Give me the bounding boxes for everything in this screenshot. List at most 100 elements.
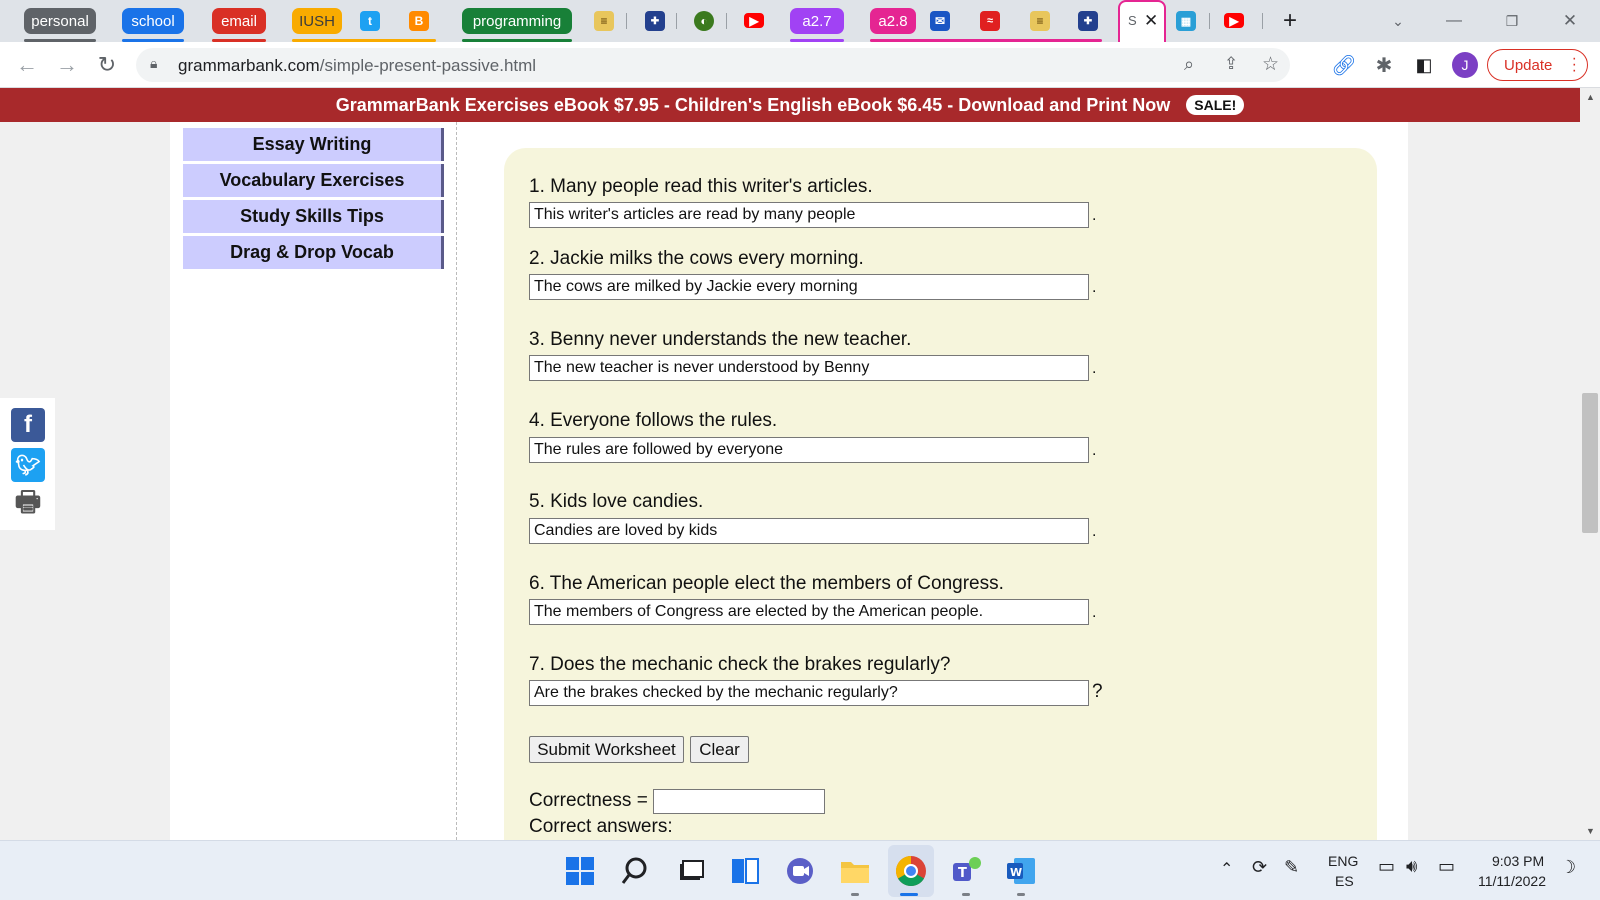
scroll-down-icon[interactable]: ▼ xyxy=(1586,826,1595,836)
facebook-icon[interactable]: f xyxy=(11,408,45,442)
correctness-field[interactable] xyxy=(653,789,825,814)
answer-punctuation: . xyxy=(1092,360,1097,377)
sidebar-item-vocabulary-exercises[interactable]: Vocabulary Exercises xyxy=(183,164,444,197)
clear-label: Clear xyxy=(699,739,740,759)
battery-icon[interactable]: ▭ xyxy=(1438,856,1455,877)
tab-separator xyxy=(1209,13,1210,29)
chrome-icon[interactable] xyxy=(893,853,929,889)
correct-answers-label: Correct answers: xyxy=(529,816,673,837)
chat-icon[interactable] xyxy=(782,853,818,889)
share-icon[interactable]: ⇪ xyxy=(1224,54,1238,74)
sidebar-item-study-skills-tips[interactable]: Study Skills Tips xyxy=(183,200,444,233)
notes-tab-icon[interactable]: ≡ xyxy=(1030,11,1050,31)
grid-tab-icon[interactable]: ▦ xyxy=(1176,11,1196,31)
tab-group-school[interactable]: school xyxy=(122,8,184,34)
ball-tab-icon[interactable]: ◐ xyxy=(694,11,714,31)
column-divider xyxy=(456,122,457,840)
submit-worksheet-button[interactable]: Submit Worksheet xyxy=(529,736,684,763)
tab-group-email[interactable]: email xyxy=(212,8,266,34)
uk-flag-tab-icon[interactable]: ✚ xyxy=(1078,11,1098,31)
tab-search-icon[interactable]: ⌄ xyxy=(1384,8,1412,34)
widgets-icon[interactable] xyxy=(727,853,763,889)
worksheet-panel: 1. Many people read this writer's articl… xyxy=(504,148,1377,840)
scroll-up-icon[interactable]: ▲ xyxy=(1586,92,1595,102)
sidebar-item-essay-writing[interactable]: Essay Writing xyxy=(183,128,444,161)
search-icon[interactable] xyxy=(617,853,653,889)
pen-icon[interactable]: ✎ xyxy=(1284,857,1299,878)
menu-dots-icon[interactable]: · · · xyxy=(1572,51,1577,79)
sync-icon[interactable]: ⟳ xyxy=(1252,857,1267,878)
tab-group-programming[interactable]: programming xyxy=(462,8,572,34)
browser-toolbar: ← → ↻ 🔒︎ grammarbank.com/simple-present-… xyxy=(0,42,1600,88)
notes-tab-icon[interactable]: ≡ xyxy=(594,11,614,31)
question-prompt: 7. Does the mechanic check the brakes re… xyxy=(529,654,951,675)
restore-icon[interactable]: ❐ xyxy=(1498,8,1526,34)
side-panel-icon[interactable]: ◧ xyxy=(1410,51,1438,79)
bookmark-star-icon[interactable]: ☆ xyxy=(1262,53,1279,76)
uk-flag-tab-icon[interactable]: ✚ xyxy=(645,11,665,31)
tab-group-iush[interactable]: IUSH xyxy=(292,8,342,34)
extensions-puzzle-icon[interactable]: ✱ xyxy=(1370,51,1398,79)
clock-date[interactable]: 11/11/2022 xyxy=(1478,873,1546,889)
url-domain: grammarbank.com xyxy=(178,56,320,75)
clock-time[interactable]: 9:03 PM xyxy=(1492,853,1544,869)
submit-label: Submit Worksheet xyxy=(537,739,676,759)
running-indicator xyxy=(851,893,859,896)
update-button[interactable]: Update · · · xyxy=(1487,49,1588,81)
answer-input[interactable] xyxy=(529,437,1089,463)
twitter-tab-icon[interactable]: t xyxy=(360,11,380,31)
twitter-icon[interactable]: 🐦︎ xyxy=(11,448,45,482)
tab-group-a28[interactable]: a2.8 xyxy=(870,8,916,34)
answer-punctuation: ? xyxy=(1092,681,1103,702)
promo-banner[interactable]: GrammarBank Exercises eBook $7.95 - Chil… xyxy=(0,88,1580,122)
close-tab-icon[interactable]: ✕ xyxy=(1144,11,1158,31)
youtube-tab-icon[interactable]: ▶ xyxy=(1224,13,1244,28)
answer-input[interactable] xyxy=(529,680,1089,706)
tab-group-personal[interactable]: personal xyxy=(24,8,96,34)
task-view-icon[interactable] xyxy=(672,853,708,889)
sidebar-item-drag-drop-vocab[interactable]: Drag & Drop Vocab xyxy=(183,236,444,269)
blogger-tab-icon[interactable]: B xyxy=(409,11,429,31)
answer-input[interactable] xyxy=(529,355,1089,381)
keyboard-layout-indicator[interactable]: ES xyxy=(1335,873,1354,889)
address-bar[interactable]: 🔒︎ grammarbank.com/simple-present-passiv… xyxy=(136,48,1290,82)
wave-tab-icon[interactable]: ≈ xyxy=(980,11,1000,31)
close-window-icon[interactable]: ✕ xyxy=(1556,8,1584,34)
new-tab-icon[interactable]: + xyxy=(1276,7,1304,34)
answer-input[interactable] xyxy=(529,599,1089,625)
update-label: Update xyxy=(1504,56,1553,74)
mail-tab-icon[interactable]: ✉ xyxy=(930,11,950,31)
answer-input[interactable] xyxy=(529,274,1089,300)
youtube-tab-icon[interactable]: ▶ xyxy=(744,13,764,28)
language-indicator[interactable]: ENG xyxy=(1328,853,1358,869)
sidebar-item-label: Vocabulary Exercises xyxy=(219,170,405,190)
start-icon[interactable] xyxy=(562,853,598,889)
zoom-icon[interactable]: ⌕ xyxy=(1184,54,1194,75)
back-icon[interactable]: ← xyxy=(13,51,41,79)
printer-icon[interactable]: 🖶 xyxy=(11,486,45,522)
teams-icon[interactable]: T xyxy=(948,853,984,889)
profile-avatar[interactable]: J xyxy=(1452,52,1478,78)
show-hidden-icons-icon[interactable]: ⌃ xyxy=(1220,859,1233,879)
svg-text:T: T xyxy=(958,866,967,881)
tab-group-a27[interactable]: a2.7 xyxy=(790,8,844,34)
question-prompt: 6. The American people elect the members… xyxy=(529,573,1004,594)
network-icon[interactable]: ▭ xyxy=(1378,856,1395,877)
clear-button[interactable]: Clear xyxy=(690,736,749,763)
notifications-icon[interactable]: ☽ xyxy=(1560,857,1576,878)
active-tab[interactable]: S ✕ xyxy=(1118,0,1166,42)
social-share-bar: f 🐦︎ 🖶 xyxy=(0,398,55,530)
minimize-icon[interactable]: — xyxy=(1440,8,1468,34)
answer-input[interactable] xyxy=(529,518,1089,544)
answer-punctuation: . xyxy=(1092,207,1097,224)
reload-icon[interactable]: ↻ xyxy=(93,51,121,79)
correctness-label: Correctness = xyxy=(529,790,648,811)
file-explorer-icon[interactable] xyxy=(837,853,873,889)
forward-icon[interactable]: → xyxy=(53,51,81,79)
page-scrollbar[interactable]: ▲ ▼ xyxy=(1580,88,1600,840)
scrollbar-thumb[interactable] xyxy=(1582,393,1598,533)
word-icon[interactable]: W xyxy=(1003,853,1039,889)
volume-icon[interactable]: 🔊︎ xyxy=(1406,856,1417,877)
answer-input[interactable] xyxy=(529,202,1089,228)
link-extension-icon[interactable]: 🔗︎ xyxy=(1330,51,1358,79)
